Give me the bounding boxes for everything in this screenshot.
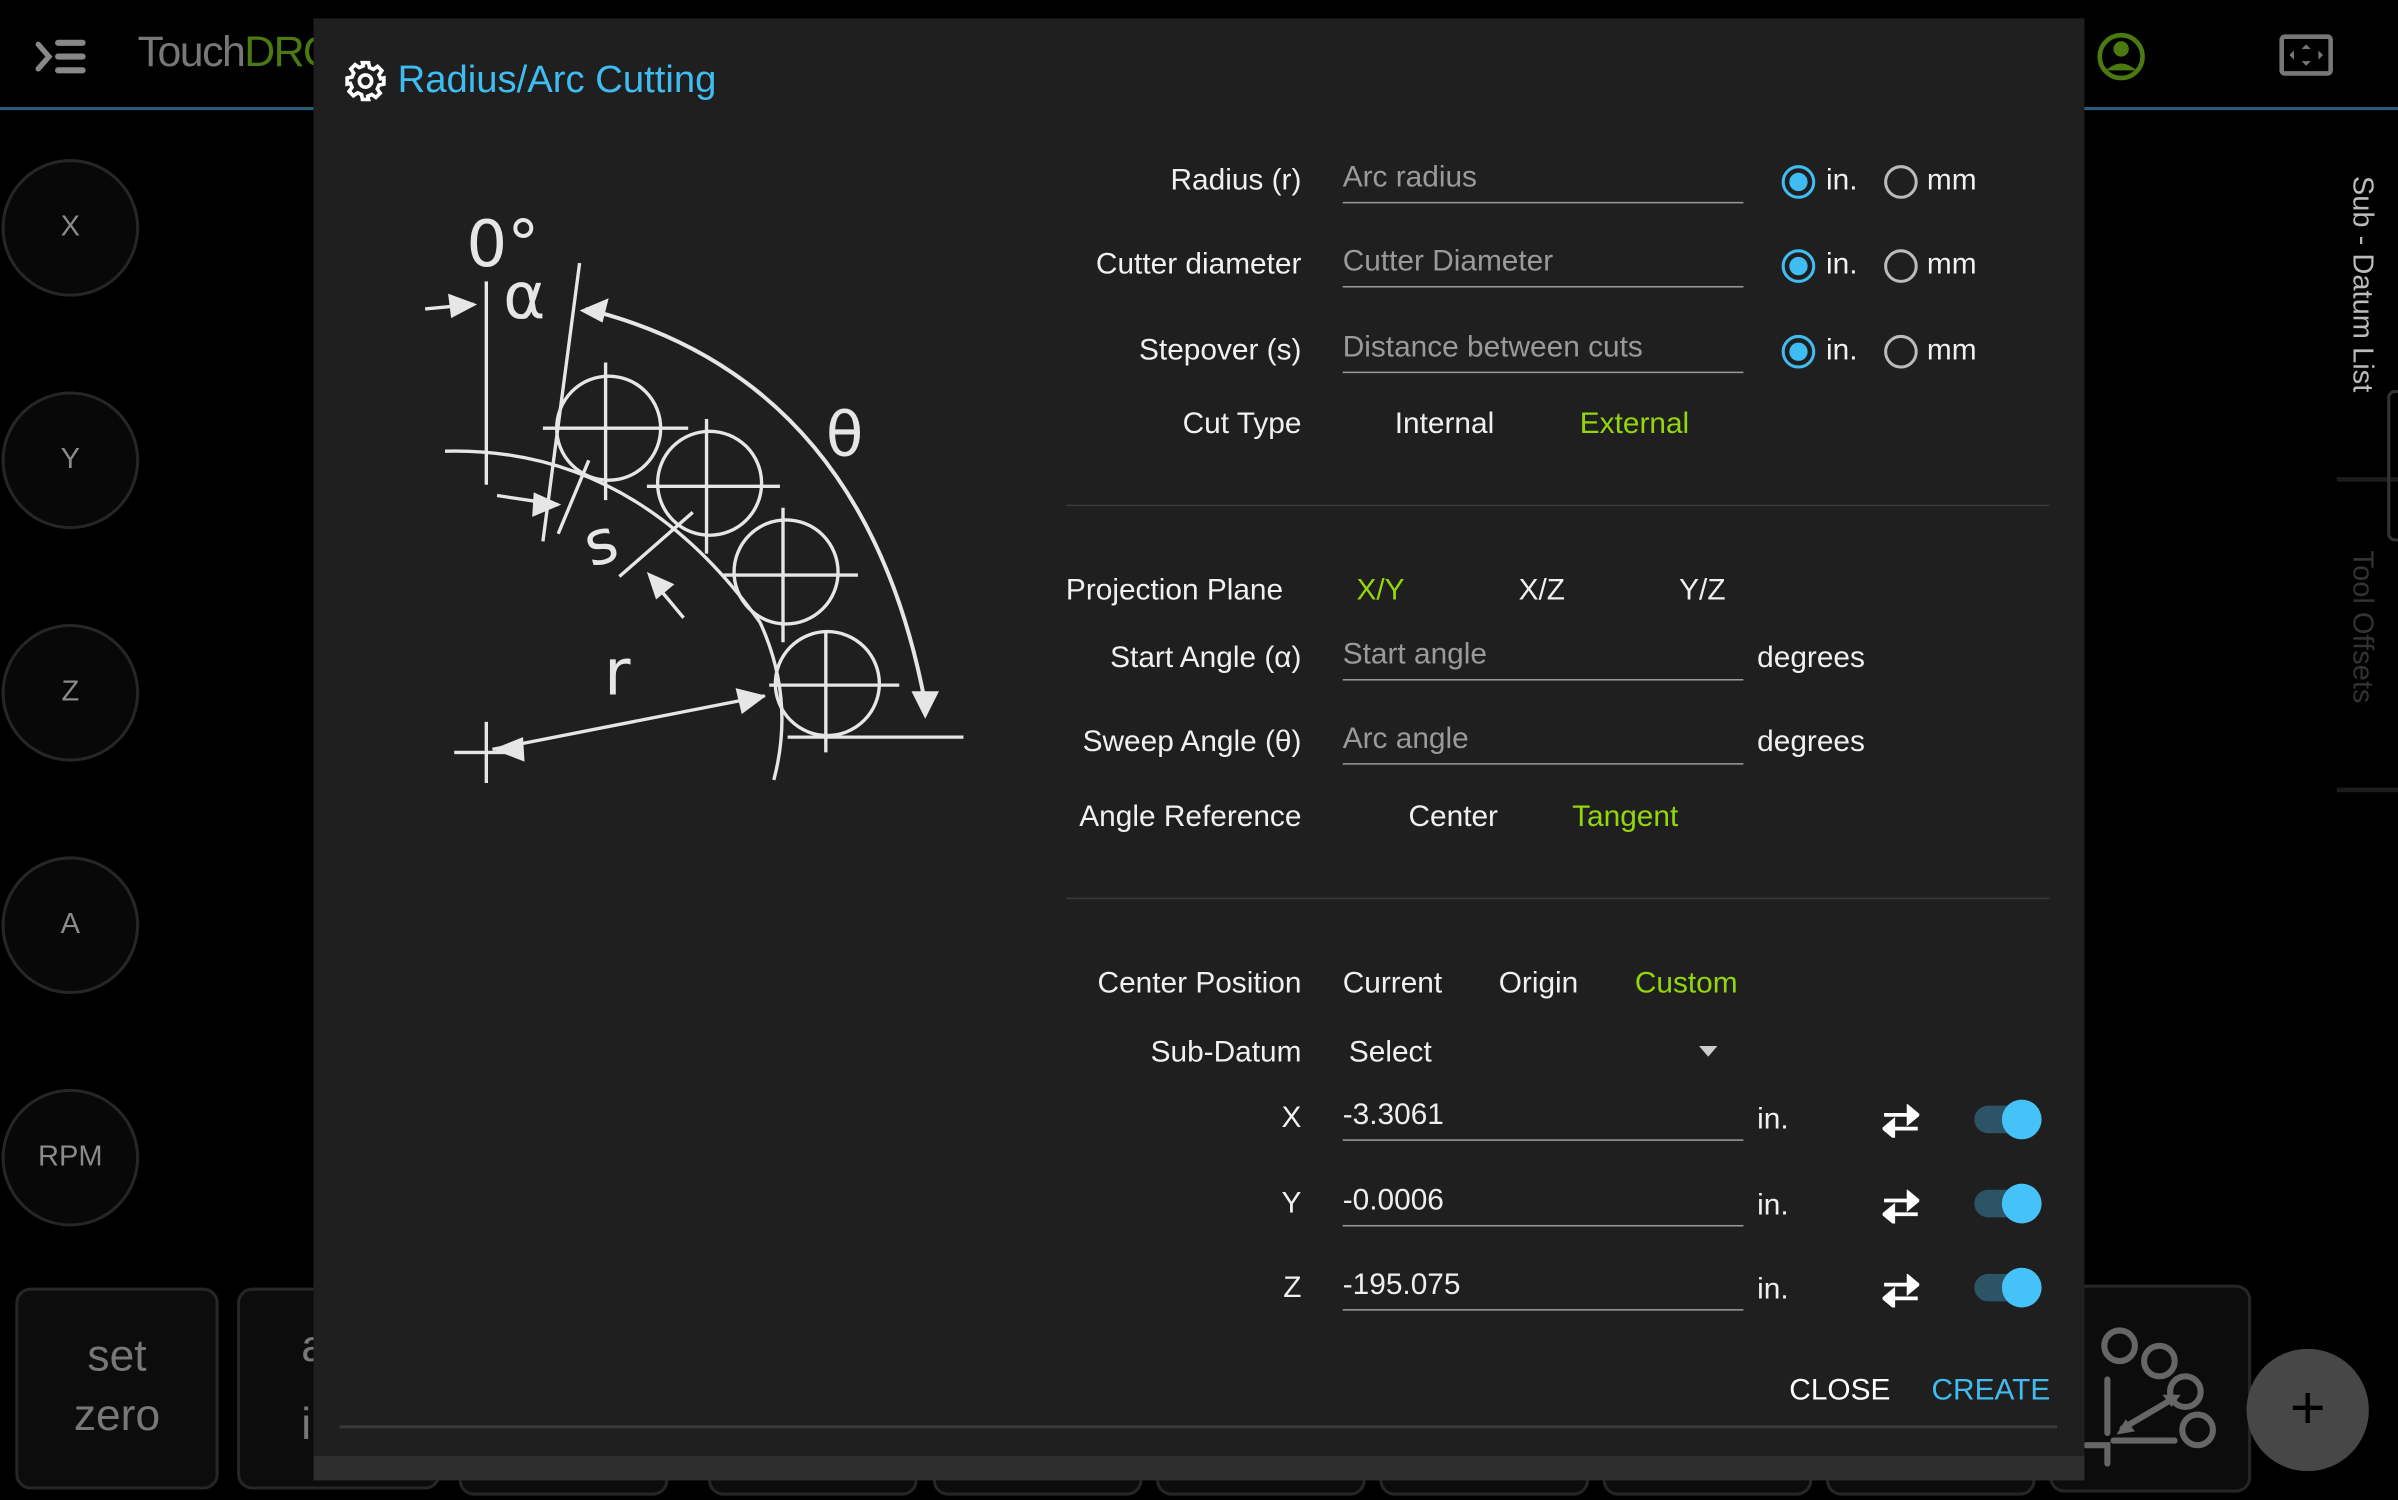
unit-label: mm	[1926, 247, 1977, 282]
center-position-label: Center Position	[1097, 966, 1302, 1001]
center-custom[interactable]: Custom	[1635, 967, 1738, 1002]
unit-label: mm	[1926, 163, 1977, 198]
coord-z-toggle[interactable]	[1974, 1267, 2042, 1308]
axis-button-x[interactable]: X	[1, 159, 140, 297]
axis-label: A	[60, 908, 81, 941]
sub-datum-select[interactable]: Select	[1343, 1028, 1725, 1077]
menu-icon[interactable]	[34, 37, 89, 77]
center-origin[interactable]: Origin	[1499, 967, 1579, 1002]
diagram-label-alpha: α	[503, 259, 545, 334]
axis-label: RPM	[38, 1140, 103, 1173]
coord-x-label: X	[1281, 1101, 1302, 1135]
dialog-divider	[339, 1425, 2057, 1429]
coord-z-unit: in.	[1757, 1272, 1789, 1307]
input-value: -195.075	[1342, 1267, 1461, 1302]
angle-ref-tangent[interactable]: Tangent	[1572, 800, 1678, 835]
sweep-angle-unit: degrees	[1757, 724, 1865, 759]
sub-datum-label: Sub-Datum	[1150, 1035, 1302, 1069]
unit-label: in.	[1825, 163, 1858, 198]
placeholder: Distance between cuts	[1342, 330, 1643, 364]
placeholder: Arc angle	[1342, 721, 1469, 756]
select-value: Select	[1348, 1035, 1432, 1069]
set-zero-button[interactable]: set zero	[15, 1287, 219, 1490]
sweep-angle-input[interactable]: Arc angle	[1342, 717, 1744, 765]
axis-button-z[interactable]: Z	[1, 623, 140, 762]
angle-reference-label: Angle Reference	[1079, 799, 1302, 834]
coord-z-input[interactable]: -195.075	[1342, 1263, 1744, 1311]
coord-y-input[interactable]: -0.0006	[1342, 1179, 1744, 1227]
axis-label: Z	[61, 675, 80, 709]
fullscreen-icon[interactable]	[2279, 34, 2334, 77]
placeholder: Start angle	[1342, 637, 1487, 672]
stepover-input[interactable]: Distance between cuts	[1342, 326, 1744, 374]
cutter-diameter-label: Cutter diameter	[1095, 247, 1302, 282]
cutter-unit-mm-radio[interactable]	[1884, 249, 1918, 283]
create-button[interactable]: CREATE	[1932, 1373, 2051, 1408]
cut-type-external[interactable]: External	[1580, 407, 1689, 442]
user-icon[interactable]	[2095, 31, 2147, 83]
unit-label: mm	[1926, 333, 1977, 368]
coord-y-label: Y	[1281, 1186, 1302, 1221]
coord-y-toggle[interactable]	[1974, 1183, 2042, 1224]
app-logo: TouchDRO	[137, 27, 337, 75]
radius-unit-in-radio[interactable]	[1781, 165, 1816, 199]
tab-divider	[2336, 787, 2398, 793]
button-label-line: set	[87, 1332, 147, 1381]
swap-icon[interactable]	[1882, 1189, 1920, 1224]
plane-yz[interactable]: Y/Z	[1679, 573, 1725, 608]
radius-input[interactable]: Arc radius	[1342, 156, 1744, 204]
stepover-unit-in-radio[interactable]	[1781, 334, 1816, 369]
axis-button-rpm[interactable]: RPM	[1, 1088, 140, 1227]
stepover-unit-mm-radio[interactable]	[1884, 334, 1918, 369]
start-angle-input[interactable]: Start angle	[1342, 633, 1744, 681]
axis-label: X	[60, 211, 81, 244]
coord-x-toggle[interactable]	[1974, 1099, 2042, 1140]
stepover-label: Stepover (s)	[1139, 333, 1302, 368]
unit-label: in.	[1825, 333, 1858, 368]
coord-z-label: Z	[1283, 1270, 1302, 1305]
angle-ref-center[interactable]: Center	[1408, 800, 1498, 835]
diagram-label-r: r	[604, 635, 631, 710]
start-angle-label: Start Angle (α)	[1110, 640, 1302, 675]
plus-icon: +	[2289, 1374, 2326, 1443]
coord-x-input[interactable]: -3.3061	[1342, 1093, 1744, 1141]
section-divider	[1065, 504, 2050, 507]
swap-icon[interactable]	[1882, 1104, 1920, 1138]
radius-label: Radius (r)	[1170, 163, 1302, 198]
plane-xy[interactable]: X/Y	[1356, 573, 1404, 608]
dropdown-arrow-icon	[1699, 1046, 1718, 1057]
sweep-angle-label: Sweep Angle (θ)	[1082, 724, 1302, 759]
tab-tool-offsets[interactable]: Tool Offsets	[2344, 551, 2378, 704]
coord-y-unit: in.	[1757, 1188, 1789, 1222]
add-fab-button[interactable]: +	[2246, 1348, 2369, 1472]
button-label-line: zero	[73, 1391, 161, 1441]
axis-button-a[interactable]: A	[1, 856, 140, 995]
dialog-bottom-strip	[313, 1455, 2085, 1481]
section-divider	[1065, 897, 2050, 900]
center-current[interactable]: Current	[1343, 967, 1442, 1002]
input-value: -0.0006	[1342, 1183, 1444, 1218]
projection-plane-label: Projection Plane	[1065, 573, 1284, 608]
tab-sub-datum-list[interactable]: Sub - Datum List	[2344, 176, 2378, 392]
cut-type-internal[interactable]: Internal	[1395, 407, 1494, 442]
axis-button-y[interactable]: Y	[1, 391, 140, 530]
start-angle-unit: degrees	[1757, 640, 1865, 675]
swap-icon[interactable]	[1882, 1273, 1920, 1308]
scrollbar-thumb[interactable]	[2387, 389, 2398, 542]
input-value: -3.3061	[1342, 1098, 1444, 1132]
radius-arc-dialog: Radius/Arc Cutting 0° α θ s r Radius (r)…	[313, 18, 2085, 1481]
close-button[interactable]: CLOSE	[1789, 1373, 1890, 1408]
placeholder: Arc radius	[1342, 160, 1477, 195]
plane-xz[interactable]: X/Z	[1519, 573, 1565, 608]
radius-unit-mm-radio[interactable]	[1884, 165, 1918, 199]
placeholder: Cutter Diameter	[1342, 244, 1554, 279]
coord-x-unit: in.	[1757, 1102, 1789, 1137]
cutter-unit-in-radio[interactable]	[1781, 249, 1816, 283]
unit-label: in.	[1825, 247, 1858, 282]
cutter-diameter-input[interactable]: Cutter Diameter	[1342, 240, 1744, 288]
diagram-label-s: s	[576, 505, 625, 582]
axis-label: Y	[60, 443, 81, 476]
cut-type-label: Cut Type	[1182, 406, 1302, 441]
